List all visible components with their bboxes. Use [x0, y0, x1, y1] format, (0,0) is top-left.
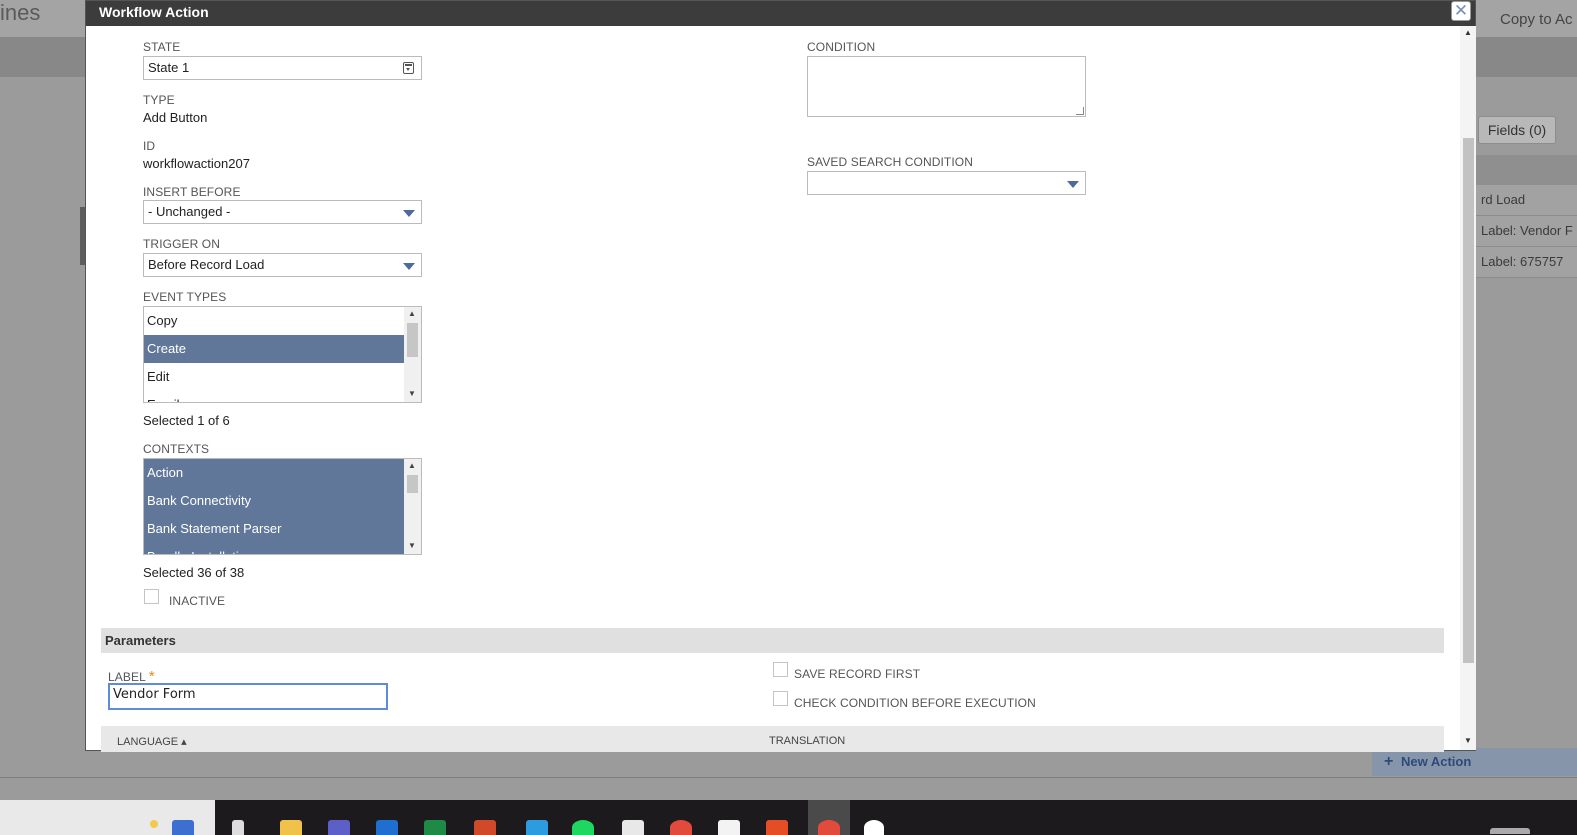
insert-before-value: - Unchanged - [148, 204, 231, 219]
scroll-up-icon[interactable]: ▲ [1464, 28, 1472, 37]
event-types-list[interactable]: Copy Create Edit Email ▲ ▼ [143, 306, 422, 403]
condition-label: CONDITION [807, 40, 876, 54]
teams-icon[interactable] [328, 820, 350, 835]
translation-column-header[interactable]: TRANSLATION [769, 735, 845, 747]
plus-icon: + [1384, 753, 1394, 770]
event-types-summary: Selected 1 of 6 [143, 413, 230, 428]
file-explorer-icon[interactable] [280, 820, 302, 835]
type-label: TYPE [143, 93, 175, 107]
app-circle-icon[interactable] [864, 820, 884, 835]
app-icon[interactable] [622, 820, 644, 835]
dialog-header: Workflow Action ✕ [86, 1, 1475, 26]
translation-table-header: LANGUAGE ▴ TRANSLATION [101, 726, 1444, 752]
event-types-label: EVENT TYPES [143, 290, 227, 304]
taskbar [0, 800, 1577, 835]
calendar-icon[interactable] [172, 820, 194, 835]
label-field-text: LABEL [108, 670, 146, 684]
id-value: workflowaction207 [143, 156, 250, 171]
parameters-section-header[interactable]: Parameters [101, 628, 1444, 653]
chevron-down-icon [403, 263, 415, 270]
event-type-option[interactable]: Email [144, 391, 404, 402]
context-option[interactable]: Action [144, 459, 404, 487]
chevron-down-icon [403, 210, 415, 217]
context-option[interactable]: Bank Statement Parser [144, 515, 404, 543]
state-value: State 1 [148, 60, 190, 75]
language-column-header[interactable]: LANGUAGE ▴ [117, 735, 187, 748]
save-record-first-label: SAVE RECORD FIRST [794, 667, 921, 681]
label-input[interactable]: Vendor Form [108, 683, 388, 710]
chevron-down-icon [1067, 181, 1079, 188]
contexts-label: CONTEXTS [143, 442, 210, 456]
powerpoint-icon[interactable] [474, 820, 496, 835]
fields-button[interactable]: Fields (0) [1478, 116, 1556, 144]
event-type-option[interactable]: Copy [144, 307, 404, 335]
state-select[interactable]: State 1 [143, 56, 422, 80]
task-view-icon[interactable] [232, 820, 244, 835]
background-row[interactable]: rd Load [1465, 185, 1577, 216]
background-table-header [1465, 155, 1577, 185]
sparkle-icon[interactable] [150, 820, 158, 828]
context-option[interactable]: Bank Connectivity [144, 487, 404, 515]
id-label: ID [143, 139, 156, 153]
list-icon[interactable] [403, 62, 414, 74]
spotify-icon[interactable] [572, 820, 594, 835]
type-value: Add Button [143, 110, 208, 125]
trigger-on-label: TRIGGER ON [143, 237, 221, 251]
store-icon[interactable] [526, 820, 548, 835]
excel-icon[interactable] [424, 820, 446, 835]
event-type-option[interactable]: Create [144, 335, 404, 363]
chrome-active-icon[interactable] [818, 820, 840, 835]
scrollbar-thumb[interactable] [407, 323, 418, 357]
save-record-first-checkbox[interactable] [773, 662, 788, 677]
insert-before-select[interactable]: - Unchanged - [143, 200, 422, 224]
outlook-icon[interactable] [376, 820, 398, 835]
contexts-scrollbar[interactable]: ▲ ▼ [404, 459, 421, 554]
scroll-down-icon[interactable]: ▼ [1464, 736, 1472, 745]
check-condition-label: CHECK CONDITION BEFORE EXECUTION [794, 696, 1036, 710]
system-tray-icons[interactable] [1490, 828, 1530, 834]
close-icon[interactable]: ✕ [1451, 1, 1471, 21]
scrollbar-thumb[interactable] [1463, 138, 1474, 663]
condition-textarea[interactable] [807, 56, 1086, 117]
background-divider [0, 777, 1577, 778]
copy-to-button[interactable]: Copy to Ac [1500, 11, 1573, 28]
background-row[interactable]: Label: Vendor F [1465, 216, 1577, 247]
scroll-up-icon[interactable]: ▲ [408, 309, 416, 318]
trigger-on-select[interactable]: Before Record Load [143, 253, 422, 277]
context-option[interactable]: Bundle Installation [144, 543, 404, 554]
background-page-title: ines [0, 0, 41, 25]
new-action-label: New Action [1400, 754, 1472, 769]
dialog-scrollbar[interactable]: ▲ ▼ [1460, 26, 1476, 750]
scroll-up-icon[interactable]: ▲ [408, 461, 416, 470]
event-types-scrollbar[interactable]: ▲ ▼ [404, 307, 421, 402]
saved-search-condition-label: SAVED SEARCH CONDITION [807, 155, 973, 169]
scroll-down-icon[interactable]: ▼ [408, 389, 416, 398]
inactive-checkbox[interactable] [144, 589, 159, 604]
trigger-on-value: Before Record Load [148, 257, 265, 272]
resize-grip-icon[interactable] [1076, 107, 1084, 115]
contexts-list[interactable]: Action Bank Connectivity Bank Statement … [143, 458, 422, 555]
scroll-down-icon[interactable]: ▼ [408, 541, 416, 550]
saved-search-condition-select[interactable] [807, 171, 1086, 195]
scrollbar-thumb[interactable] [407, 475, 418, 493]
check-condition-checkbox[interactable] [773, 691, 788, 706]
background-row[interactable]: Label: 675757 [1465, 247, 1577, 278]
event-type-option[interactable]: Edit [144, 363, 404, 391]
contexts-summary: Selected 36 of 38 [143, 565, 245, 580]
dialog-title: Workflow Action [99, 4, 209, 20]
state-label: STATE [143, 40, 181, 54]
notepad-icon[interactable] [718, 820, 740, 835]
parameters-title: Parameters [105, 633, 176, 648]
html5-icon[interactable] [766, 820, 788, 835]
chrome-icon[interactable] [670, 820, 692, 835]
new-action-button[interactable]: + New Action [1372, 748, 1577, 776]
inactive-label: INACTIVE [169, 594, 226, 608]
workflow-action-dialog: Workflow Action ✕ ▲ ▼ STATE State 1 TYPE… [85, 0, 1476, 752]
insert-before-label: INSERT BEFORE [143, 185, 241, 199]
